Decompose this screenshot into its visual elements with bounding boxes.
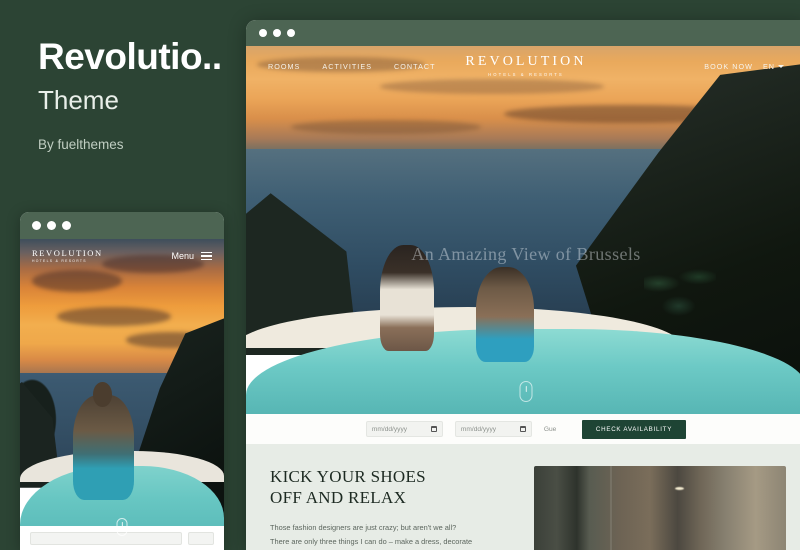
language-selector[interactable]: EN	[763, 62, 784, 71]
desktop-viewport: ROOMS ACTIVITIES CONTACT REVOLUTION HOTE…	[246, 46, 800, 550]
mobile-menu-button[interactable]: Menu	[171, 249, 212, 262]
calendar-icon[interactable]	[519, 426, 526, 432]
theme-subtitle: Theme	[38, 84, 119, 115]
checkout-placeholder: mm/dd/yyyy	[460, 425, 497, 433]
content-text-block: KICK YOUR SHOES OFF AND RELAX Those fash…	[270, 466, 516, 550]
hero-headline: An Amazing View of Brussels	[411, 244, 641, 264]
cloud-shape	[32, 270, 122, 292]
hamburger-icon[interactable]	[201, 249, 212, 262]
swimmer-figure	[73, 394, 135, 501]
logo-wordmark: REVOLUTION	[465, 53, 587, 69]
chevron-down-icon	[778, 64, 784, 68]
nav-link-contact[interactable]: CONTACT	[394, 62, 436, 71]
mobile-brand-logo[interactable]: REVOLUTION HOTELS & RESORTS	[32, 249, 103, 263]
desktop-window-titlebar	[246, 20, 800, 46]
window-dot-yellow[interactable]	[273, 29, 281, 37]
language-label: EN	[763, 61, 775, 71]
nav-link-rooms[interactable]: ROOMS	[268, 62, 300, 71]
theme-author: By fuelthemes	[38, 137, 124, 153]
window-dot-red[interactable]	[32, 221, 41, 230]
hero-section: ROOMS ACTIVITIES CONTACT REVOLUTION HOTE…	[246, 46, 800, 414]
window-dot-green[interactable]	[287, 29, 295, 37]
mobile-navbar: REVOLUTION HOTELS & RESORTS Menu	[20, 239, 224, 273]
guest-figure-man	[475, 266, 535, 363]
nav-links-group: ROOMS ACTIVITIES CONTACT	[268, 62, 436, 71]
content-section: KICK YOUR SHOES OFF AND RELAX Those fash…	[246, 444, 800, 550]
ceiling-light	[675, 487, 685, 491]
scroll-mouse-icon	[519, 381, 533, 402]
mobile-viewport: REVOLUTION HOTELS & RESORTS Menu	[20, 239, 224, 550]
logo-wordmark: REVOLUTION	[32, 248, 103, 259]
door-edge	[609, 466, 612, 550]
section-paragraph-line2: There are only three things I can do – m…	[270, 536, 473, 546]
section-heading: KICK YOUR SHOES OFF AND RELAX	[270, 466, 516, 509]
mobile-window-titlebar	[20, 212, 224, 239]
room-interior-photo	[534, 466, 786, 550]
theme-title: Revolutio..	[38, 36, 222, 77]
section-heading-line1: KICK YOUR SHOES	[270, 467, 426, 486]
section-paragraph-line1: Those fashion designers are just crazy; …	[270, 522, 457, 532]
section-heading-line2: OFF AND RELAX	[270, 488, 407, 508]
swimmer-head	[93, 382, 112, 407]
guests-input[interactable]: Gue	[544, 426, 570, 433]
nav-actions-group: BOOK NOW EN	[704, 62, 784, 71]
nav-link-activities[interactable]: ACTIVITIES	[322, 62, 372, 71]
window-dot-yellow[interactable]	[47, 221, 56, 230]
desktop-navbar: ROOMS ACTIVITIES CONTACT REVOLUTION HOTE…	[246, 46, 800, 86]
book-now-button[interactable]: BOOK NOW	[704, 62, 753, 71]
scroll-mouse-icon	[116, 518, 128, 536]
checkin-placeholder: mm/dd/yyyy	[371, 425, 408, 433]
mobile-preview-window[interactable]: REVOLUTION HOTELS & RESORTS Menu	[20, 212, 224, 550]
logo-tagline: HOTELS & RESORTS	[32, 258, 87, 263]
desktop-brand-logo[interactable]: REVOLUTION HOTELS & RESORTS	[465, 53, 587, 77]
section-paragraph: Those fashion designers are just crazy; …	[270, 521, 516, 548]
window-dot-red[interactable]	[259, 29, 267, 37]
cloud-shape	[56, 307, 171, 327]
desktop-preview-window[interactable]: ROOMS ACTIVITIES CONTACT REVOLUTION HOTE…	[246, 20, 800, 550]
mobile-hero-photo	[20, 239, 224, 550]
booking-bar: mm/dd/yyyy mm/dd/yyyy Gue CHECK AVAILABI…	[246, 414, 800, 444]
mobile-menu-label: Menu	[171, 251, 194, 261]
window-dot-green[interactable]	[62, 221, 71, 230]
checkin-date-input[interactable]: mm/dd/yyyy	[365, 421, 443, 437]
checkout-date-input[interactable]: mm/dd/yyyy	[454, 421, 532, 437]
logo-tagline: HOTELS & RESORTS	[488, 71, 564, 77]
mobile-checkin-field[interactable]	[30, 531, 182, 545]
calendar-icon[interactable]	[430, 426, 437, 432]
mobile-guests-field[interactable]	[188, 531, 214, 545]
check-availability-button[interactable]: CHECK AVAILABILITY	[581, 419, 687, 439]
